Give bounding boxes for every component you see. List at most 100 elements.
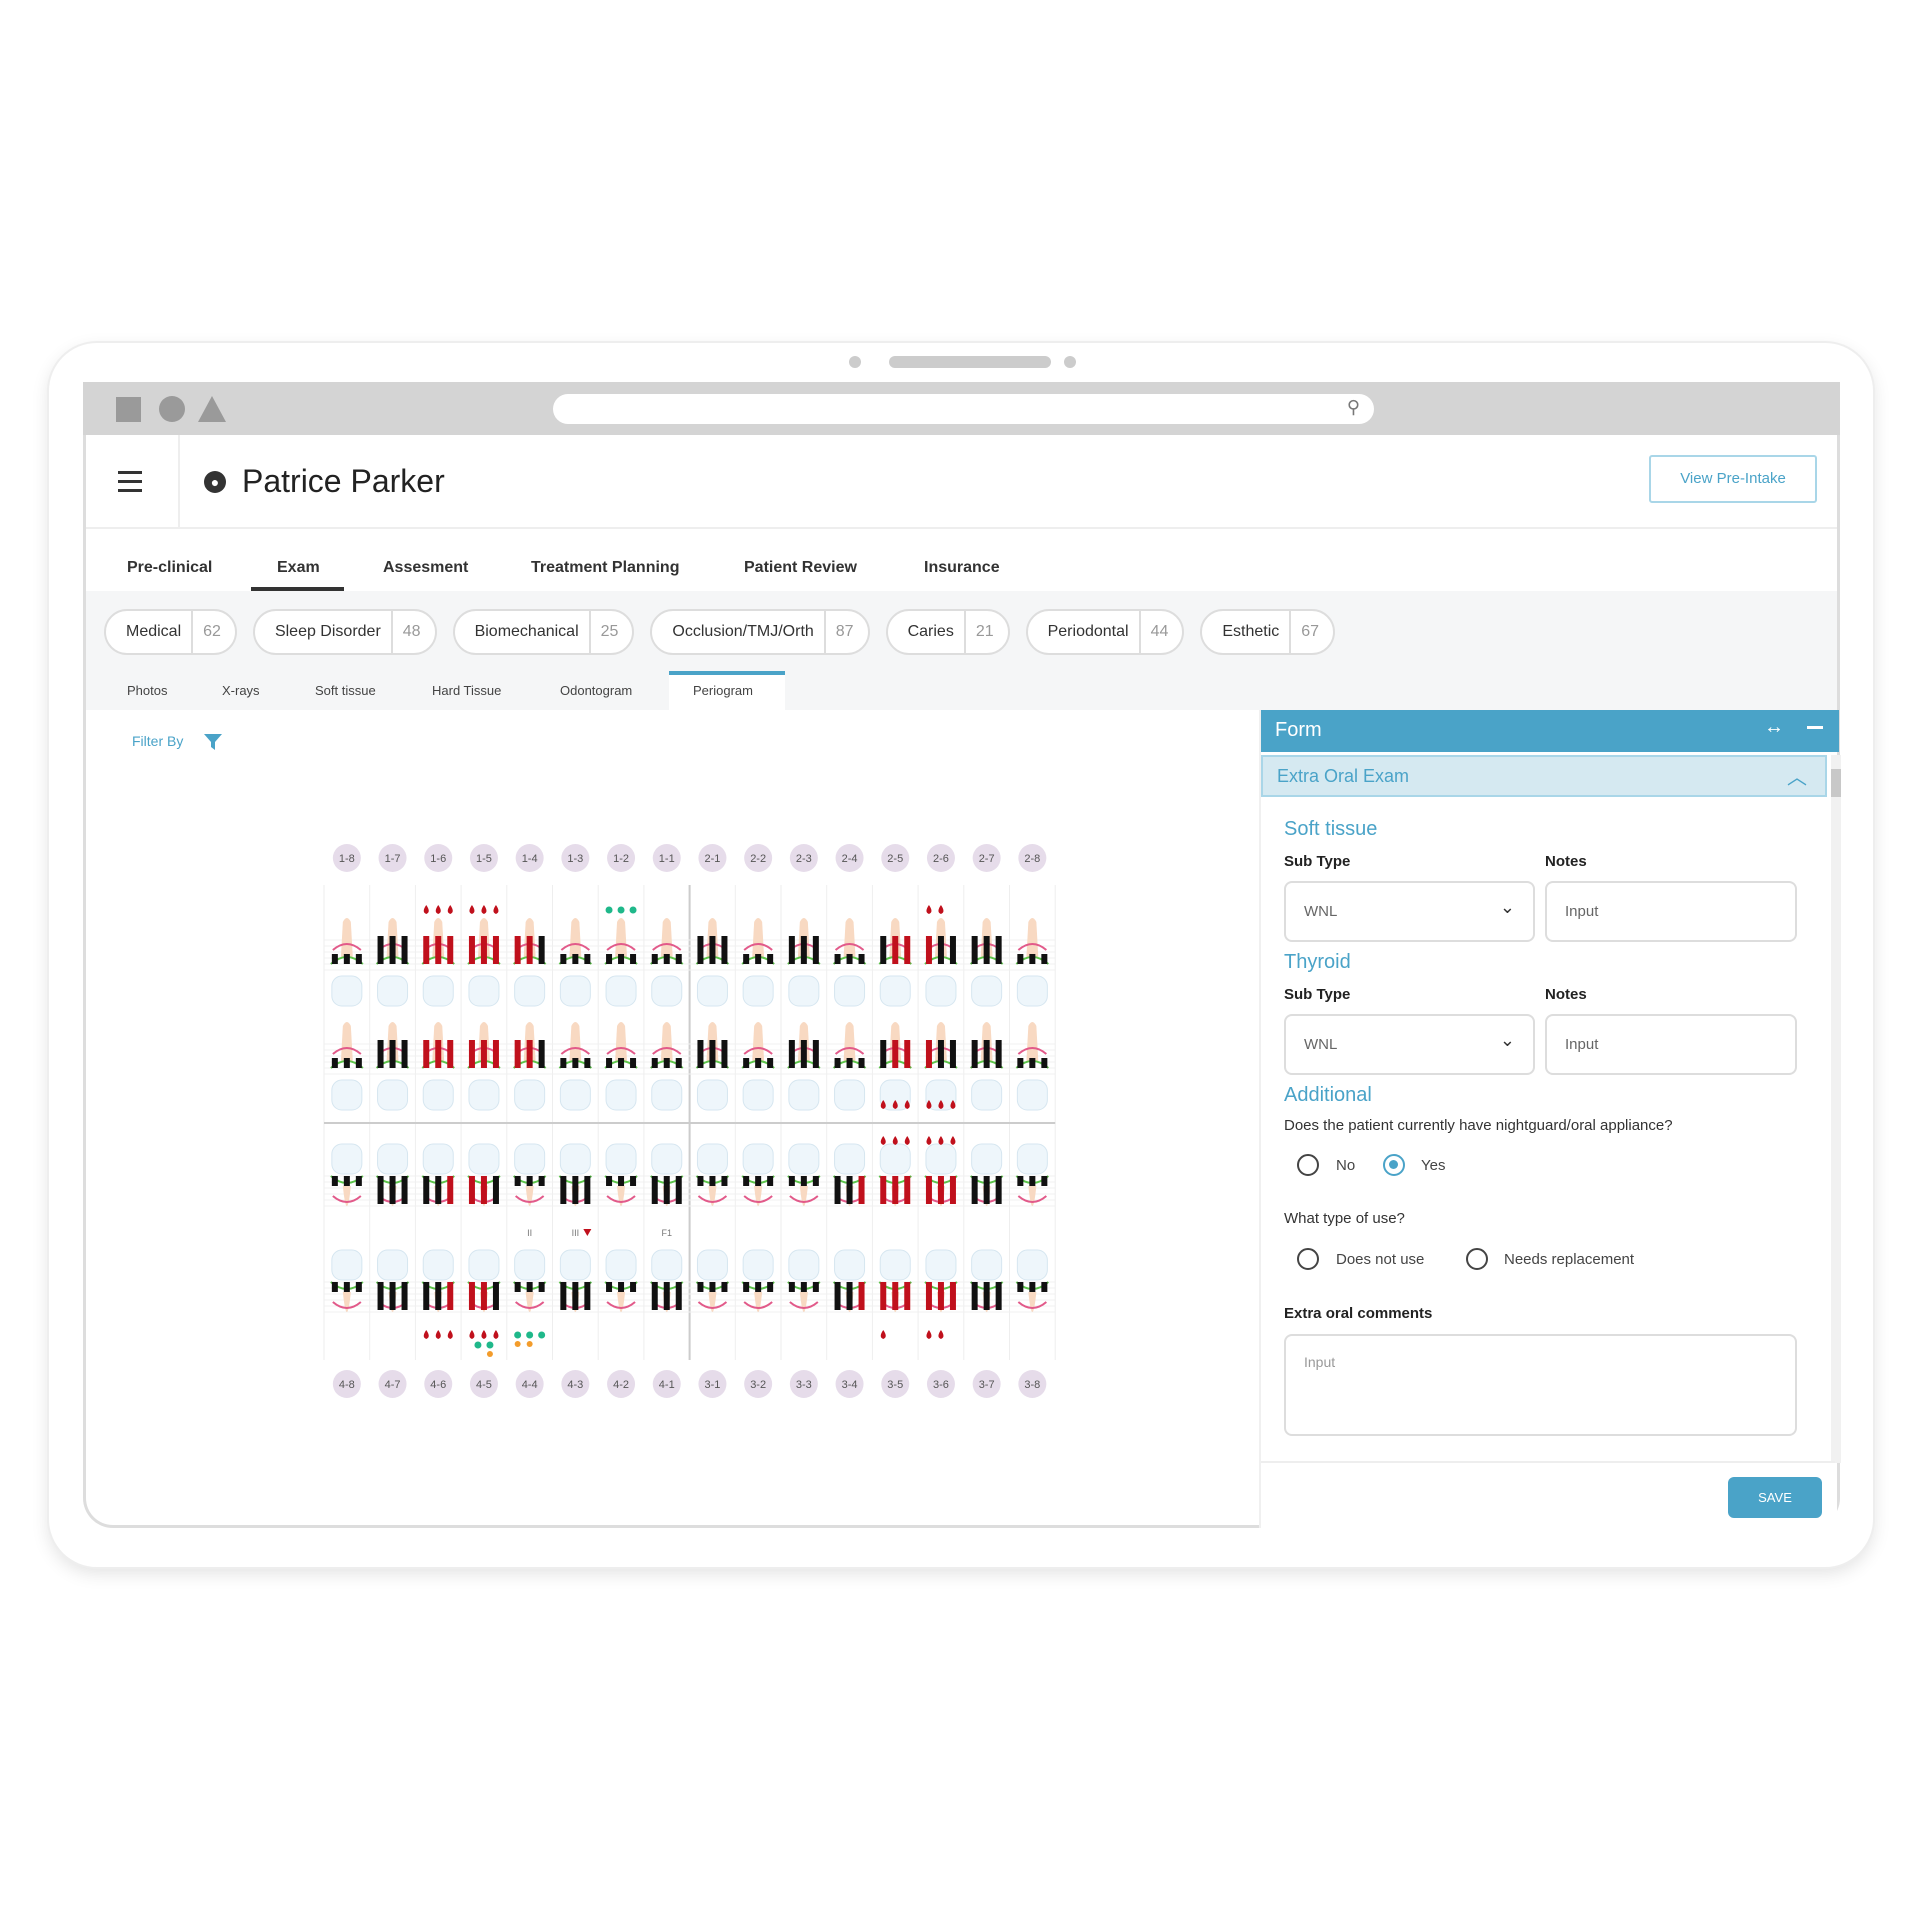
pocket-depth-bar [560,1282,567,1310]
soft-tissue-subtype-select[interactable]: WNL ⌄ [1284,881,1535,942]
scrollbar[interactable] [1831,755,1841,1463]
tooth-root [843,918,856,958]
tooth-number-badge[interactable]: 2-5 [881,844,910,872]
tooth-number-badge[interactable]: 3-6 [926,1370,955,1398]
tooth-number: 2-1 [704,853,720,865]
view-pre-intake-button[interactable]: View Pre-Intake [1649,455,1817,503]
tooth-root [1026,918,1039,958]
pocket-depth-bar [834,954,841,964]
tooth-number-badge[interactable]: 4-1 [652,1370,681,1398]
tooth-number-badge[interactable]: 4-4 [515,1370,544,1398]
radio-needs-replacement[interactable] [1466,1248,1488,1270]
pocket-depth-bar [812,1040,819,1068]
pocket-depth-bar [983,936,990,964]
hamburger-menu-icon[interactable] [118,471,142,492]
chip-sleep-disorder[interactable]: Sleep Disorder 48 [252,609,437,655]
filter-by-label[interactable]: Filter By [132,733,183,749]
tooth-number: 1-8 [339,853,355,865]
radio-no[interactable] [1297,1154,1319,1176]
tooth-number-badge[interactable]: 4-8 [332,1370,361,1398]
minimize-icon[interactable] [1807,726,1823,729]
tooth-number-badge[interactable]: 1-3 [561,844,590,872]
tab-pre-clinical[interactable]: Pre-clinical [127,559,212,577]
pocket-depth-bar [1017,1176,1024,1186]
soft-tissue-notes-input[interactable]: Input [1545,881,1797,942]
chip-biomechanical[interactable]: Biomechanical 25 [452,609,635,655]
pocket-depth-bar [743,954,750,964]
tooth-crown [742,1143,774,1175]
chip-occlusion-tmj-orth[interactable]: Occlusion/TMJ/Orth 87 [650,609,870,655]
tooth-number-badge[interactable]: 2-7 [972,844,1001,872]
tab-patient-review[interactable]: Patient Review [744,559,857,577]
chip-esthetic[interactable]: Esthetic 67 [1200,609,1336,655]
tooth-number-badge[interactable]: 1-7 [378,844,407,872]
extra-oral-exam-accordion[interactable]: Extra Oral Exam ︿ [1261,755,1827,797]
tooth-number-badge[interactable]: 1-5 [469,844,498,872]
tab-treatment-planning[interactable]: Treatment Planning [531,559,679,577]
tooth-number-badge[interactable]: 3-2 [744,1370,773,1398]
pocket-depth-bar [423,1176,430,1204]
tooth-number-badge[interactable]: 2-8 [1018,844,1047,872]
pocket-depth-bar [800,1040,807,1068]
tooth-number-badge[interactable]: 4-3 [561,1370,590,1398]
pocket-depth-bar [675,1282,682,1310]
tooth-number-badge[interactable]: 1-1 [652,844,681,872]
tooth-number-badge[interactable]: 2-3 [789,844,818,872]
tooth-number-badge[interactable]: 4-6 [424,1370,453,1398]
tooth-number-badge[interactable]: 3-1 [698,1370,727,1398]
tooth-number-badge[interactable]: 3-8 [1018,1370,1047,1398]
subtab-odontogram[interactable]: Odontogram [560,683,632,698]
thyroid-notes-input[interactable]: Input [1545,1014,1797,1075]
radio-yes-label: Yes [1421,1157,1446,1174]
tooth-number-badge[interactable]: 1-4 [515,844,544,872]
chip-periodontal[interactable]: Periodontal 44 [1025,609,1185,655]
tab-exam[interactable]: Exam [277,559,320,577]
save-button[interactable]: SAVE [1728,1477,1822,1518]
subtab-photos[interactable]: Photos [127,683,167,698]
chevron-up-icon[interactable]: ︿ [1787,761,1807,790]
tooth-number-badge[interactable]: 2-4 [835,844,864,872]
tooth-number-badge[interactable]: 2-1 [698,844,727,872]
tooth-number-badge[interactable]: 3-3 [789,1370,818,1398]
tab-insurance[interactable]: Insurance [924,559,1000,577]
bleeding-drop-icon [435,1330,441,1339]
additional-heading: Additional [1284,1084,1372,1106]
tooth-crown [879,1143,911,1175]
chip-caries[interactable]: Caries 21 [885,609,1010,655]
subtab-periogram[interactable]: Periogram [693,683,753,698]
thyroid-subtype-select[interactable]: WNL ⌄ [1284,1014,1535,1075]
furcation-label: III [572,1228,580,1238]
tooth-crown [331,975,363,1007]
periogram-chart: II III F11-8 1-7 1-6 1-5 1-4 1-3 1-2 1-1 2-1 2-2 2-3… [323,844,1056,1398]
tooth-number-badge[interactable]: 1-6 [424,844,453,872]
expand-icon[interactable]: ↔ [1764,716,1784,739]
tooth-number-badge[interactable]: 1-8 [332,844,361,872]
comments-label: Extra oral comments [1284,1305,1433,1322]
radio-yes-selected[interactable] [1383,1154,1405,1176]
tooth-crown [925,1249,957,1281]
camera-dot [849,356,861,368]
tooth-number-badge[interactable]: 3-5 [881,1370,910,1398]
tooth-number-badge[interactable]: 2-6 [926,844,955,872]
filter-funnel-icon[interactable] [203,733,223,751]
tooth-number-badge[interactable]: 4-2 [607,1370,636,1398]
plaque-dot [605,906,613,914]
tab-assesment[interactable]: Assesment [383,559,468,577]
search-icon[interactable]: ⚲ [1347,397,1360,418]
radio-does-not-use[interactable] [1297,1248,1319,1270]
pocket-depth-bar [788,1176,795,1186]
pocket-depth-bar [526,1176,533,1186]
tooth-number-badge[interactable]: 1-2 [607,844,636,872]
comments-textarea[interactable]: Input [1284,1334,1797,1436]
tooth-number-badge[interactable]: 2-2 [744,844,773,872]
url-bar[interactable]: ⚲ [553,394,1374,424]
tooth-number-badge[interactable]: 3-7 [972,1370,1001,1398]
tooth-number-badge[interactable]: 3-4 [835,1370,864,1398]
subtab-soft-tissue[interactable]: Soft tissue [315,683,376,698]
subtab-x-rays[interactable]: X-rays [222,683,260,698]
tooth-number-badge[interactable]: 4-7 [378,1370,407,1398]
tooth-crown [331,1249,363,1281]
tooth-number-badge[interactable]: 4-5 [469,1370,498,1398]
subtab-hard-tissue[interactable]: Hard Tissue [432,683,501,698]
chip-medical[interactable]: Medical 62 [104,609,237,655]
